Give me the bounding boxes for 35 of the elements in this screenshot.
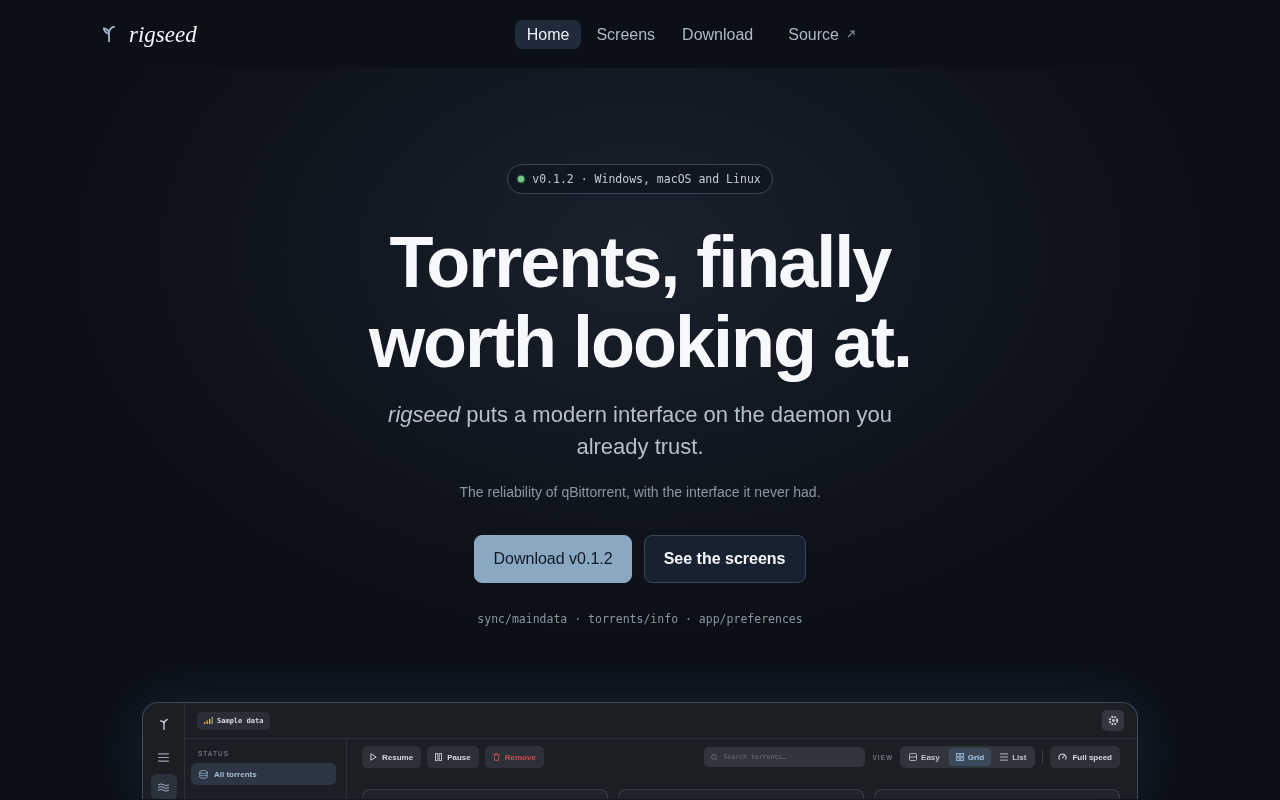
resume-button[interactable]: Resume [362, 746, 422, 768]
speed-icon [1058, 752, 1068, 762]
brand-name[interactable]: rigseed [129, 22, 197, 46]
waves-icon[interactable] [150, 774, 177, 799]
list-icon [1000, 753, 1009, 761]
play-icon [370, 753, 377, 761]
sprout-icon [159, 719, 168, 730]
status-dot-icon [516, 174, 527, 184]
version-text: v0.1.2 · Windows, macOS and Linux [532, 172, 761, 186]
download-button[interactable]: Download v0.1.2 [474, 535, 632, 583]
hero-tagline: The reliability of qBittorrent, with the interface it never had. [459, 483, 821, 502]
screens-button[interactable]: See the screens [643, 535, 806, 583]
sprout-icon [103, 26, 115, 42]
external-link-icon [846, 30, 855, 38]
search-icon [711, 753, 719, 761]
stack-icon [199, 769, 208, 779]
pause-button[interactable]: Pause [427, 746, 479, 768]
nav-link[interactable]: Source [776, 19, 867, 49]
nav-link[interactable]: Download [670, 19, 766, 49]
rows-icon [909, 753, 918, 761]
trash-icon [492, 753, 500, 761]
nav-link[interactable]: Home [514, 19, 582, 49]
view-option[interactable]: List [993, 748, 1034, 766]
full-speed-button[interactable]: Full speed [1050, 746, 1120, 768]
sidebar-item[interactable]: All torrents [191, 763, 336, 785]
view-option[interactable]: Grid [948, 748, 992, 766]
signal-bars-icon [204, 717, 213, 724]
grid-icon [955, 753, 964, 761]
pause-icon [435, 753, 443, 761]
view-option[interactable]: Easy [902, 748, 947, 766]
hero-heading: Torrents, finally worth looking at. [368, 222, 912, 382]
hero-subtitle: rigseed puts a modern interface on the daemon you already trust. [387, 401, 893, 461]
api-endpoints: sync/maindata · torrents/info · app/preferences [477, 611, 803, 628]
settings-icon[interactable] [1102, 710, 1124, 731]
nav-link[interactable]: Screens [584, 19, 668, 49]
